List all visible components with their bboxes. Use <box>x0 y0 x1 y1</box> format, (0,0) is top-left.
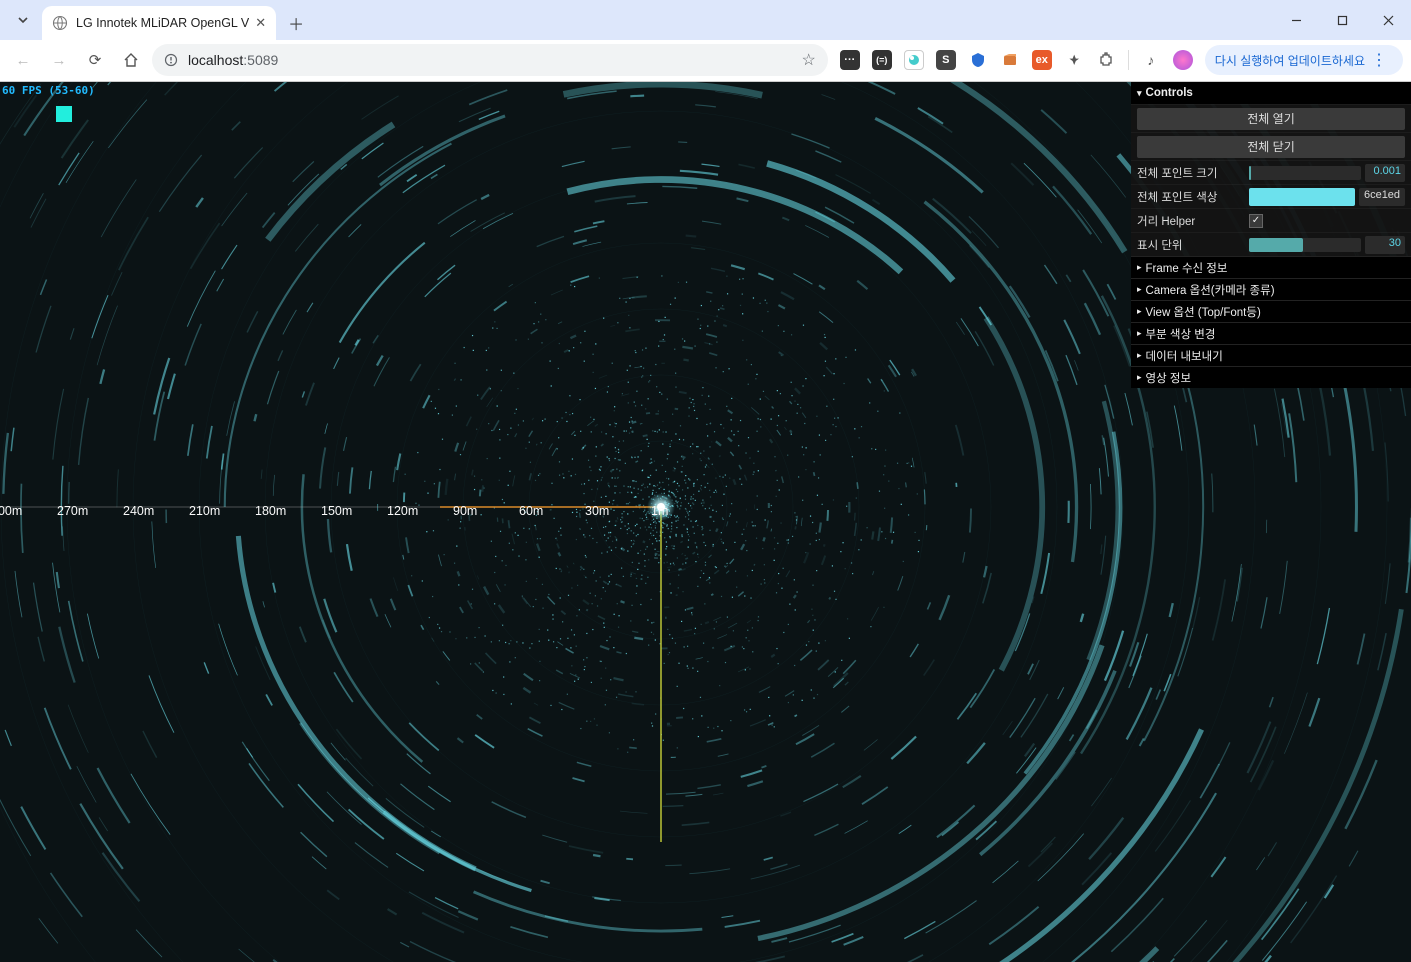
panel-folder[interactable]: ▸ Camera 옵션(카메라 종류) <box>1131 278 1411 300</box>
media-control-icon[interactable]: ♪ <box>1141 50 1161 70</box>
site-info-icon[interactable] <box>164 53 178 67</box>
controls-panel: ▾ Controls 전체 열기 전체 닫기 전체 포인트 크기 0.001 전… <box>1131 82 1411 388</box>
panel-folder[interactable]: ▸ 영상 정보 <box>1131 366 1411 388</box>
chevron-down-icon: ▾ <box>1137 88 1142 99</box>
window-controls <box>1273 0 1411 40</box>
url-port: :5089 <box>243 52 278 68</box>
fps-indicator-square <box>56 106 72 122</box>
distance-helper-checkbox[interactable]: ✓ <box>1249 214 1263 228</box>
new-tab-button[interactable]: ＋ <box>282 9 310 37</box>
close-tab-icon[interactable]: ✕ <box>255 15 266 31</box>
display-unit-slider[interactable] <box>1249 238 1361 252</box>
point-color-swatch[interactable] <box>1249 188 1355 206</box>
folder-label: Frame 수신 정보 <box>1146 260 1228 276</box>
chevron-right-icon: ▸ <box>1137 372 1142 383</box>
forward-button[interactable]: → <box>44 45 74 75</box>
lidar-viewport[interactable]: 60 FPS (53-60) 300m270m240m210m180m150m1… <box>0 82 1411 962</box>
display-unit-label: 표시 단위 <box>1137 237 1249 253</box>
panel-folder[interactable]: ▸ 데이터 내보내기 <box>1131 344 1411 366</box>
close-window-button[interactable] <box>1365 4 1411 36</box>
browser-tab[interactable]: LG Innotek MLiDAR OpenGL V ✕ <box>42 6 276 40</box>
globe-icon <box>52 15 68 31</box>
update-notification[interactable]: 다시 실행하여 업데이트하세요 ⋮ <box>1205 45 1403 75</box>
chevron-right-icon: ▸ <box>1137 328 1142 339</box>
folder-label: 부분 색상 변경 <box>1146 326 1216 342</box>
extension-icon[interactable]: ··· <box>840 50 860 70</box>
fps-counter: 60 FPS (53-60) <box>2 84 95 97</box>
bookmark-icon[interactable]: ☆ <box>801 50 815 70</box>
panel-folder[interactable]: ▸ 부분 색상 변경 <box>1131 322 1411 344</box>
point-size-label: 전체 포인트 크기 <box>1137 165 1249 181</box>
profile-avatar[interactable] <box>1173 50 1193 70</box>
point-color-hex[interactable]: 6ce1ed <box>1359 188 1405 206</box>
extension-icon[interactable]: ex <box>1032 50 1052 70</box>
extension-icon[interactable] <box>1000 50 1020 70</box>
browser-toolbar: ← → ⟳ localhost:5089 ☆ ··· (=) S ex ♪ <box>0 40 1411 81</box>
url-host: localhost <box>188 52 243 68</box>
distance-helper-label: 거리 Helper <box>1137 213 1249 229</box>
extension-icon[interactable]: (=) <box>872 50 892 70</box>
extension-icon[interactable]: S <box>936 50 956 70</box>
toolbar-divider <box>1128 50 1129 70</box>
chevron-right-icon: ▸ <box>1137 284 1142 295</box>
folder-label: Camera 옵션(카메라 종류) <box>1146 282 1275 298</box>
extension-icon[interactable] <box>904 50 924 70</box>
browser-chrome: LG Innotek MLiDAR OpenGL V ✕ ＋ ← → ⟳ loc… <box>0 0 1411 82</box>
reload-button[interactable]: ⟳ <box>80 45 110 75</box>
panel-title-text: Controls <box>1146 87 1193 99</box>
chevron-right-icon: ▸ <box>1137 350 1142 361</box>
home-button[interactable] <box>116 45 146 75</box>
pin-icon[interactable] <box>1064 50 1084 70</box>
display-unit-value[interactable]: 30 <box>1365 236 1405 254</box>
chevron-right-icon: ▸ <box>1137 306 1142 317</box>
folder-label: View 옵션 (Top/Font등) <box>1146 304 1261 320</box>
address-bar[interactable]: localhost:5089 ☆ <box>152 44 828 76</box>
point-color-label: 전체 포인트 색상 <box>1137 189 1249 205</box>
tab-strip: LG Innotek MLiDAR OpenGL V ✕ ＋ <box>0 0 1411 40</box>
extensions-menu-icon[interactable] <box>1096 50 1116 70</box>
update-text: 다시 실행하여 업데이트하세요 <box>1215 52 1365 69</box>
panel-folder[interactable]: ▸ Frame 수신 정보 <box>1131 256 1411 278</box>
open-all-button[interactable]: 전체 열기 <box>1137 108 1405 130</box>
chevron-right-icon: ▸ <box>1137 262 1142 273</box>
browser-menu-icon[interactable]: ⋮ <box>1365 50 1393 70</box>
close-all-button[interactable]: 전체 닫기 <box>1137 136 1405 158</box>
point-size-slider[interactable] <box>1249 166 1361 180</box>
panel-folder[interactable]: ▸ View 옵션 (Top/Font등) <box>1131 300 1411 322</box>
folder-label: 영상 정보 <box>1146 370 1192 386</box>
tab-search-button[interactable] <box>8 5 38 35</box>
panel-title[interactable]: ▾ Controls <box>1131 82 1411 104</box>
maximize-button[interactable] <box>1319 4 1365 36</box>
tab-title: LG Innotek MLiDAR OpenGL V <box>76 16 249 30</box>
folder-label: 데이터 내보내기 <box>1146 348 1223 364</box>
extension-icons: ··· (=) S ex ♪ <box>834 50 1199 70</box>
extension-icon[interactable] <box>968 50 988 70</box>
minimize-button[interactable] <box>1273 4 1319 36</box>
point-size-value[interactable]: 0.001 <box>1365 164 1405 182</box>
back-button[interactable]: ← <box>8 45 38 75</box>
